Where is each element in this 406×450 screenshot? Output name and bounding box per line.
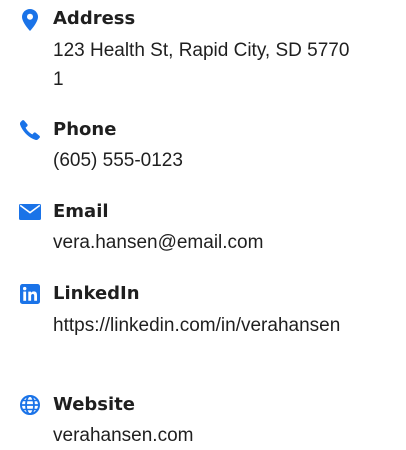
linkedin-icon	[19, 283, 41, 305]
address-value: 123 Health St, Rapid City, SD 57701	[53, 40, 350, 90]
linkedin-label: LinkedIn	[53, 283, 140, 304]
email-label: Email	[53, 201, 109, 222]
phone-label: Phone	[53, 119, 117, 140]
map-pin-icon	[19, 9, 41, 31]
address-label: Address	[53, 8, 136, 29]
linkedin-value[interactable]: https://linkedin.com/in/verahansen	[53, 311, 353, 340]
phone-icon	[19, 119, 41, 141]
envelope-icon	[19, 201, 41, 223]
contact-info-list: Address 123 Health St, Rapid City, SD 57…	[0, 0, 406, 449]
phone-value[interactable]: (605) 555-0123	[53, 146, 353, 175]
globe-icon	[19, 394, 41, 416]
website-label: Website	[53, 394, 136, 415]
email-value[interactable]: vera.hansen@email.com	[53, 228, 353, 257]
website-value[interactable]: verahansen.com	[53, 421, 353, 450]
